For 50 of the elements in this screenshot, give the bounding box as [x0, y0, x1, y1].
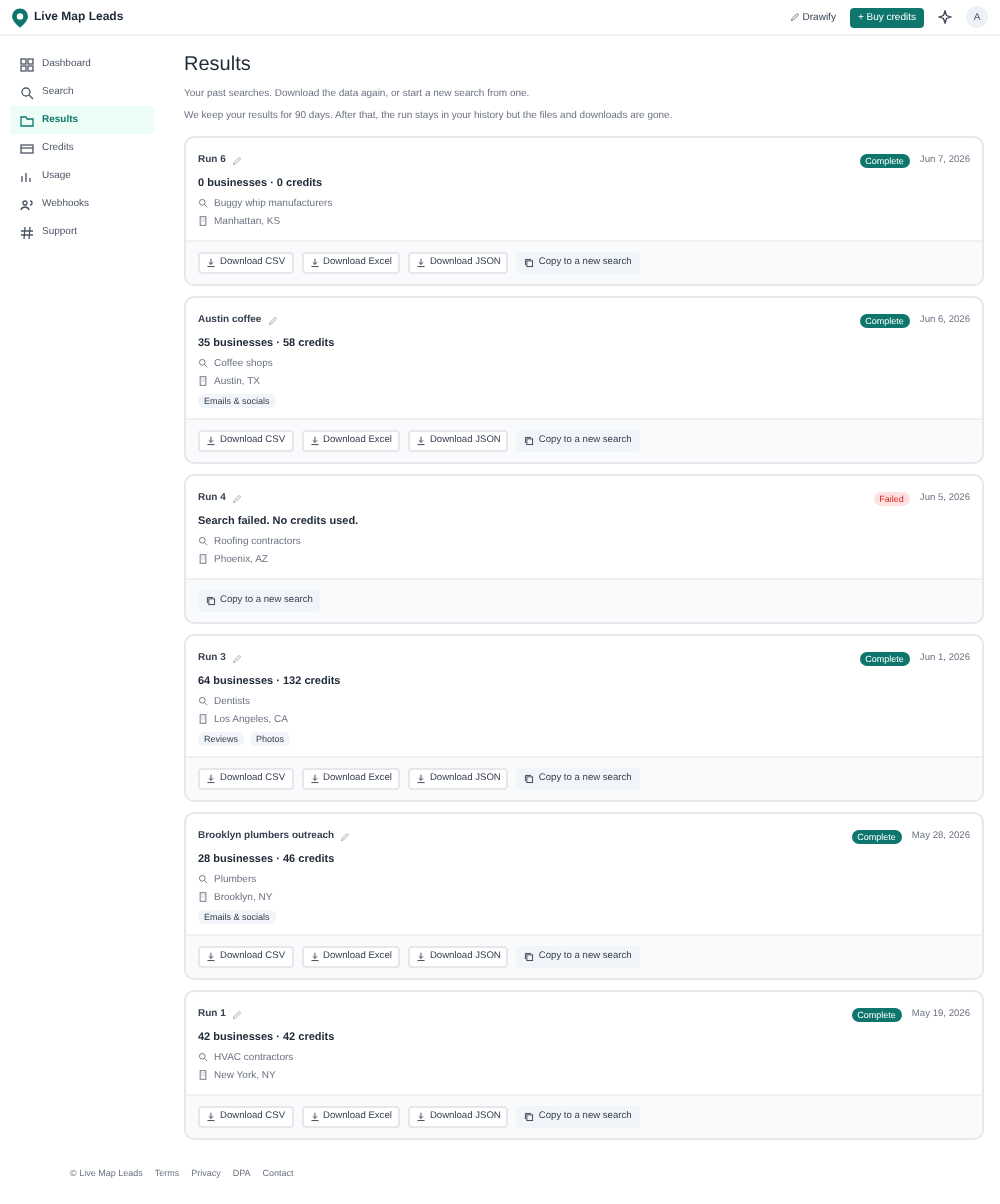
grid-icon: [20, 57, 34, 71]
building-icon: [198, 1070, 208, 1080]
edit-icon[interactable]: [231, 653, 242, 663]
folder-icon: [20, 113, 34, 127]
copy-icon: [524, 436, 535, 446]
download-icon: [415, 952, 426, 962]
search-icon: [20, 85, 34, 99]
copy-icon: [524, 258, 535, 268]
download-icon: [206, 436, 216, 446]
copy-icon: [524, 1112, 535, 1122]
download-icon: [415, 774, 426, 784]
building-icon: [198, 714, 208, 724]
building-icon: [198, 216, 208, 226]
edit-icon[interactable]: [267, 315, 278, 325]
card-icon: [20, 141, 34, 155]
search-icon: [198, 696, 208, 706]
search-icon: [198, 358, 208, 368]
copy-icon: [206, 596, 216, 606]
download-icon: [415, 436, 426, 446]
map-pin-logo: [12, 7, 28, 27]
building-icon: [198, 554, 208, 564]
download-icon: [309, 436, 320, 446]
download-icon: [206, 1112, 216, 1122]
copy-icon: [524, 774, 535, 784]
edit-icon[interactable]: [340, 831, 351, 841]
download-icon: [415, 258, 426, 268]
search-icon: [198, 536, 208, 546]
search-icon: [198, 1052, 208, 1062]
copy-icon: [524, 952, 535, 962]
download-icon: [309, 258, 320, 268]
search-icon: [198, 198, 208, 208]
download-icon: [206, 952, 216, 962]
download-icon: [309, 952, 320, 962]
chart-icon: [20, 169, 34, 183]
page-title: Results: [184, 54, 253, 76]
download-icon: [309, 774, 320, 784]
people-icon: [20, 197, 34, 211]
hash-icon: [20, 225, 34, 239]
building-icon: [198, 892, 208, 902]
download-icon: [415, 1112, 426, 1122]
sparkle-icon[interactable]: [938, 10, 952, 24]
edit-icon[interactable]: [231, 1009, 242, 1019]
edit-icon[interactable]: [231, 493, 242, 503]
edit-icon[interactable]: [231, 155, 242, 165]
download-icon: [309, 1112, 320, 1122]
download-icon: [206, 774, 216, 784]
search-icon: [198, 874, 208, 884]
pencil-icon: [790, 12, 801, 22]
download-icon: [206, 258, 216, 268]
building-icon: [198, 376, 208, 386]
